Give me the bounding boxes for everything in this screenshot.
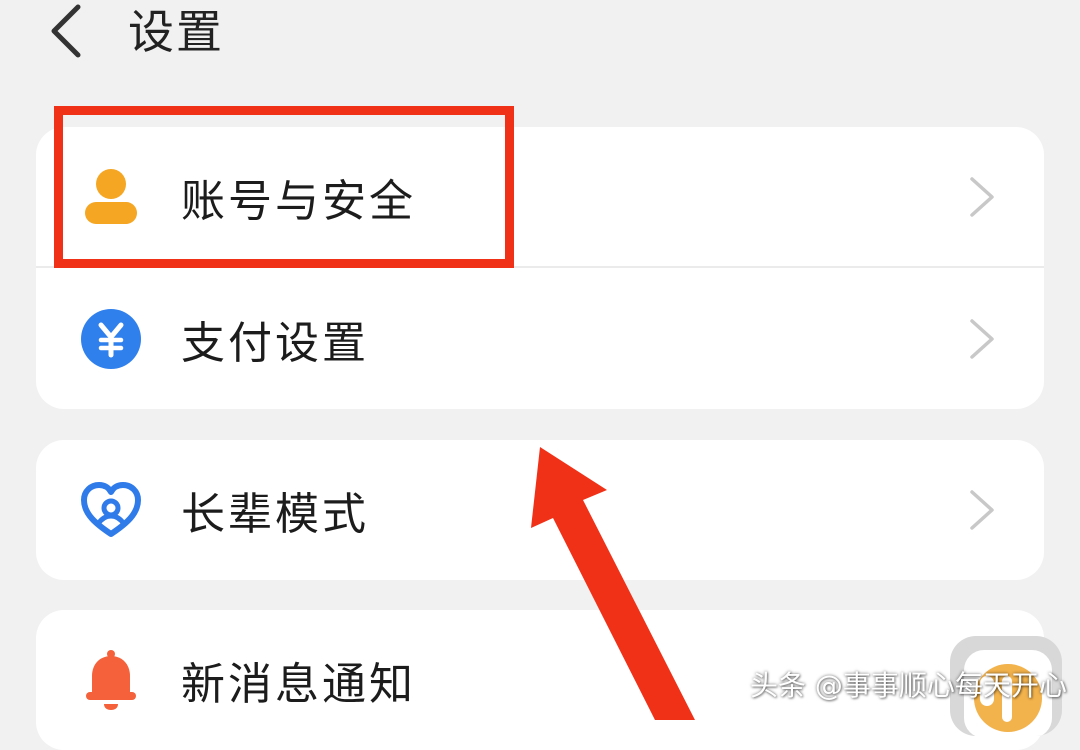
watermark: 头条 @事事顺心每天开心 bbox=[750, 669, 1067, 702]
annotation-arrow bbox=[531, 447, 695, 720]
